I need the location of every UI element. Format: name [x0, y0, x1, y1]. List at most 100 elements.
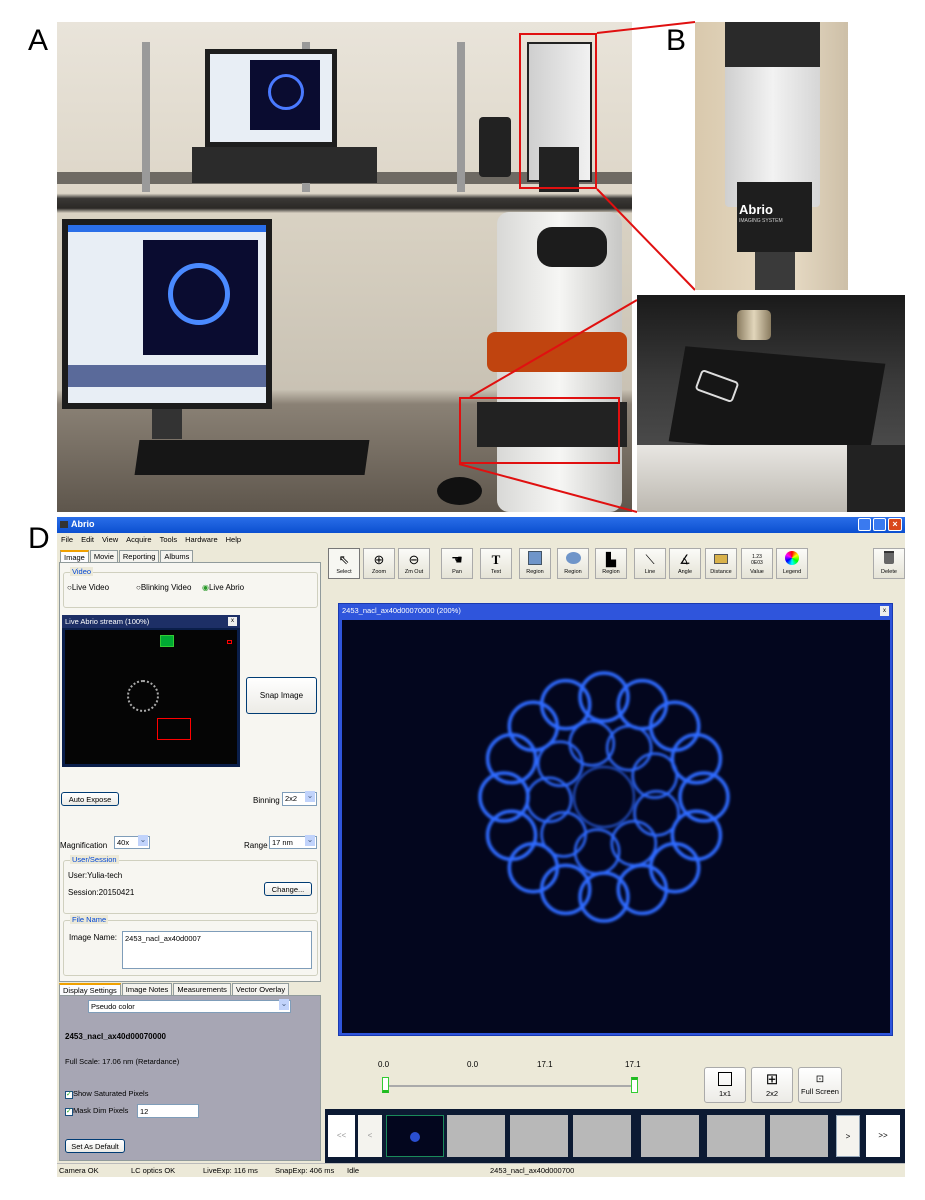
tool-zoom[interactable]: ⊕ Zoom	[363, 548, 395, 579]
thumbnail-empty[interactable]	[573, 1115, 631, 1157]
range-select[interactable]: 17 nm	[269, 835, 317, 849]
tool-line[interactable]: ⟍ Line	[634, 548, 666, 579]
tool-angle[interactable]: ∡ Angle	[669, 548, 701, 579]
mask-dim-checkbox[interactable]: ✓Mask Dim Pixels	[65, 1106, 128, 1116]
menu-view[interactable]: View	[102, 535, 118, 544]
tool-label: Delete	[881, 569, 897, 575]
video-group: Video ○Live Video ○Blinking Video ◉Live …	[63, 567, 318, 608]
panel-label-d: D	[28, 522, 50, 555]
tool-distance[interactable]: Distance	[705, 548, 737, 579]
single-view-icon	[718, 1072, 732, 1086]
mask-dim-spinner[interactable]: 12	[137, 1104, 199, 1118]
display-image-name: 2453_nacl_ax40d00070000	[65, 1032, 166, 1041]
menu-hardware[interactable]: Hardware	[185, 535, 218, 544]
slider-low-handle[interactable]	[382, 1077, 389, 1093]
live-stream-close-icon[interactable]: x	[228, 617, 237, 626]
thumbnail-empty[interactable]	[510, 1115, 568, 1157]
radio-live-video[interactable]: ○Live Video	[67, 583, 109, 592]
menu-acquire[interactable]: Acquire	[126, 535, 151, 544]
menu-tools[interactable]: Tools	[160, 535, 178, 544]
tool-label: Angle	[677, 569, 693, 575]
full-scale-text: Full Scale: 17.06 nm (Retardance)	[65, 1057, 180, 1066]
user-session-label: User/Session	[70, 855, 119, 864]
tool-label: Select	[336, 569, 352, 575]
status-camera: Camera OK	[59, 1166, 99, 1175]
rectangle-icon	[520, 551, 550, 569]
camera-brand-subtitle: IMAGING SYSTEM	[739, 218, 783, 224]
nav-last-button[interactable]: >>	[866, 1115, 900, 1157]
slider-high-handle[interactable]	[631, 1077, 638, 1093]
live-stream-view	[65, 630, 237, 764]
photo-stage-module	[637, 295, 905, 512]
zoom-out-icon: ⊖	[408, 552, 420, 567]
title-bar: Abrio ×	[57, 517, 905, 533]
image-window-close-icon[interactable]: x	[880, 606, 889, 616]
show-saturated-checkbox[interactable]: ✓Show Saturated Pixels	[65, 1089, 148, 1099]
display-mode-select[interactable]: Pseudo color	[88, 999, 291, 1013]
tool-legend[interactable]: Legend	[776, 548, 808, 579]
trash-icon	[874, 551, 904, 569]
tool-region-polygon[interactable]: ▙ Region	[595, 548, 627, 579]
range-slider-track[interactable]	[387, 1085, 635, 1087]
radio-live-abrio[interactable]: ◉Live Abrio	[202, 583, 244, 592]
radio-blinking-video[interactable]: ○Blinking Video	[136, 583, 191, 592]
toolbar: ⇖ Select ⊕ Zoom ⊖ Zm Out ☚ Pan T Text Region …	[328, 548, 905, 580]
tool-region-ellipse[interactable]: Region	[557, 548, 589, 579]
tool-select[interactable]: ⇖ Select	[328, 548, 360, 579]
checkbox-label: Show Saturated Pixels	[73, 1089, 149, 1098]
thumbnail-empty[interactable]	[641, 1115, 699, 1157]
auto-expose-button[interactable]: Auto Expose	[61, 792, 119, 806]
set-as-default-button[interactable]: Set As Default	[65, 1139, 125, 1153]
full-screen-button[interactable]: ⊡ Full Screen	[798, 1067, 842, 1103]
file-name-label: File Name	[70, 915, 109, 924]
slider-label-low: 0.0	[467, 1060, 479, 1069]
tool-pan[interactable]: ☚ Pan	[441, 548, 473, 579]
range-label: Range	[244, 841, 268, 850]
nav-prev-button[interactable]: <	[358, 1115, 382, 1157]
full-screen-icon: ⊡	[815, 1074, 825, 1085]
tool-label: Value	[750, 569, 764, 575]
photo-abrio-camera: Abrio IMAGING SYSTEM	[695, 22, 848, 290]
image-window: 2453_nacl_ax40d00070000 (200%) x	[338, 603, 893, 1036]
snap-image-button[interactable]: Snap Image	[246, 677, 317, 714]
view-1x1-button[interactable]: 1x1	[704, 1067, 746, 1103]
tool-region-rect[interactable]: Region	[519, 548, 551, 579]
close-button[interactable]: ×	[888, 518, 902, 531]
thumbnail-empty[interactable]	[770, 1115, 828, 1157]
window-title: Abrio	[71, 519, 95, 529]
video-group-label: Video	[70, 567, 94, 576]
maximize-button[interactable]	[873, 518, 886, 531]
polygon-icon: ▙	[606, 552, 616, 567]
nav-next-button[interactable]: >	[836, 1115, 860, 1157]
image-name-input[interactable]: 2453_nacl_ax40d0007	[122, 931, 312, 969]
menu-edit[interactable]: Edit	[81, 535, 94, 544]
status-live-exposure: LiveExp: 116 ms	[203, 1166, 258, 1175]
delete-button[interactable]: Delete	[873, 548, 905, 579]
abrio-window: Abrio × File Edit View Acquire Tools Har…	[57, 517, 905, 1177]
status-lc-optics: LC optics OK	[131, 1166, 176, 1175]
thumbnail-empty[interactable]	[447, 1115, 505, 1157]
live-stream-panel: Live Abrio stream (100%) x	[62, 615, 240, 767]
slider-label-min: 0.0	[378, 1060, 390, 1069]
tool-value[interactable]: 1.23 0E03 Value	[741, 548, 773, 579]
tool-label: Region	[526, 569, 544, 575]
minimize-button[interactable]	[858, 518, 871, 531]
view-2x2-button[interactable]: ⊞ 2x2	[751, 1067, 793, 1103]
thumbnail-strip: << < > >>	[325, 1109, 905, 1163]
binning-select[interactable]: 2x2	[282, 791, 317, 806]
value-icon: 1.23 0E03	[751, 554, 763, 566]
nav-first-button[interactable]: <<	[328, 1115, 355, 1157]
menu-help[interactable]: Help	[226, 535, 241, 544]
tool-text[interactable]: T Text	[480, 548, 512, 579]
status-bar: Camera OK LC optics OK LiveExp: 116 ms S…	[57, 1163, 905, 1177]
thumbnail-empty[interactable]	[707, 1115, 765, 1157]
menu-file[interactable]: File	[61, 535, 73, 544]
tool-zoom-out[interactable]: ⊖ Zm Out	[398, 548, 430, 579]
user-text: User:Yulia-tech	[68, 871, 123, 880]
view-button-label: 2x2	[765, 1089, 779, 1098]
change-button[interactable]: Change...	[264, 882, 312, 896]
slider-label-high: 17.1	[537, 1060, 553, 1069]
magnification-select[interactable]: 40x	[114, 835, 150, 849]
session-text: Session:20150421	[68, 888, 135, 897]
thumbnail-selected[interactable]	[386, 1115, 444, 1157]
